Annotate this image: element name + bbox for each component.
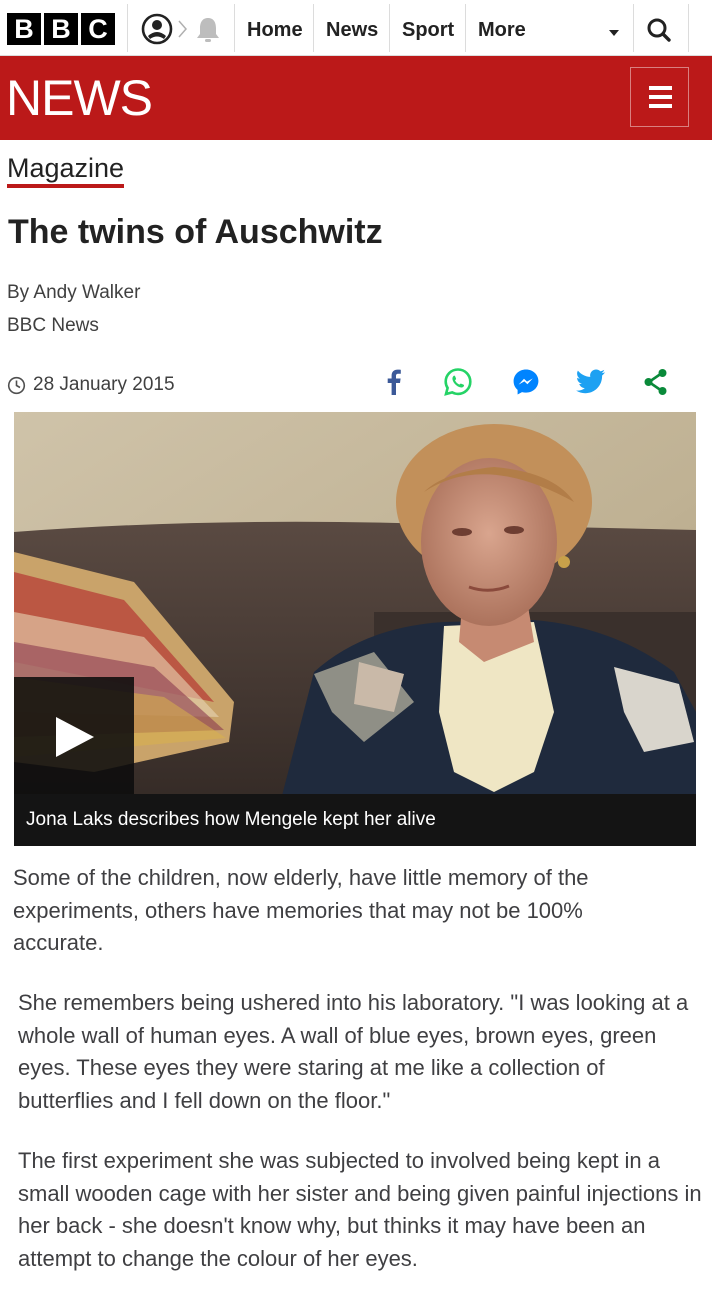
menu-button[interactable] xyxy=(630,67,689,127)
account-icon xyxy=(141,13,173,45)
news-banner: NEWS xyxy=(0,56,712,140)
nav-home-link[interactable]: Home xyxy=(235,0,315,56)
nav-more-label: More xyxy=(478,19,526,41)
nav-sport-link[interactable]: Sport xyxy=(390,0,466,56)
chevron-right-icon xyxy=(178,20,187,38)
share-icon xyxy=(644,369,667,395)
hamburger-menu-icon xyxy=(649,86,672,90)
nav-more-dropdown[interactable]: More xyxy=(466,0,632,56)
share-messenger-button[interactable] xyxy=(510,366,542,398)
divider xyxy=(127,4,128,52)
bbc-logo-letter: B xyxy=(7,13,41,45)
bbc-logo[interactable]: B B C xyxy=(7,13,115,45)
search-button[interactable] xyxy=(637,12,681,48)
account-button[interactable] xyxy=(140,12,174,46)
twitter-icon xyxy=(576,369,605,394)
video-caption: Jona Laks describes how Mengele kept her… xyxy=(26,809,436,830)
author-name: By Andy Walker xyxy=(7,282,141,303)
video-caption-bar: Jona Laks describes how Mengele kept her… xyxy=(14,794,696,846)
share-facebook-button[interactable] xyxy=(377,366,409,398)
notification-bell-icon xyxy=(197,18,219,42)
caret-down-icon xyxy=(609,30,619,36)
facebook-icon xyxy=(387,369,401,395)
hamburger-menu-icon xyxy=(649,104,672,108)
notifications-button[interactable] xyxy=(193,14,223,44)
share-twitter-button[interactable] xyxy=(575,366,607,398)
bbc-logo-letter: B xyxy=(44,13,78,45)
nav-news-link[interactable]: News xyxy=(314,0,390,56)
news-logo[interactable]: NEWS xyxy=(6,68,153,128)
play-icon xyxy=(56,717,94,757)
messenger-icon xyxy=(513,369,539,395)
share-whatsapp-button[interactable] xyxy=(442,366,474,398)
video-player[interactable]: Jona Laks describes how Mengele kept her… xyxy=(14,412,696,846)
clock-icon xyxy=(7,376,26,394)
author-organisation: BBC News xyxy=(7,315,99,336)
share-more-button[interactable] xyxy=(640,366,672,398)
section-link[interactable]: Magazine xyxy=(7,152,124,184)
divider xyxy=(633,4,634,52)
article-paragraph: The first experiment she was subjected t… xyxy=(18,1148,702,1271)
play-button[interactable] xyxy=(14,677,134,794)
publish-date-text: 28 January 2015 xyxy=(33,374,175,395)
article-paragraph: Some of the children, now elderly, have … xyxy=(13,865,589,955)
bbc-logo-letter: C xyxy=(81,13,115,45)
bbc-top-bar: B B C Home News Sport More xyxy=(0,0,712,56)
section-underline xyxy=(7,184,124,188)
search-icon xyxy=(647,18,671,42)
whatsapp-icon xyxy=(444,368,472,396)
divider xyxy=(688,4,689,52)
article-title: The twins of Auschwitz xyxy=(8,213,383,251)
article-paragraph: She remembers being ushered into his lab… xyxy=(18,990,689,1113)
hamburger-menu-icon xyxy=(649,95,672,99)
publish-date: 28 January 2015 xyxy=(7,371,175,399)
